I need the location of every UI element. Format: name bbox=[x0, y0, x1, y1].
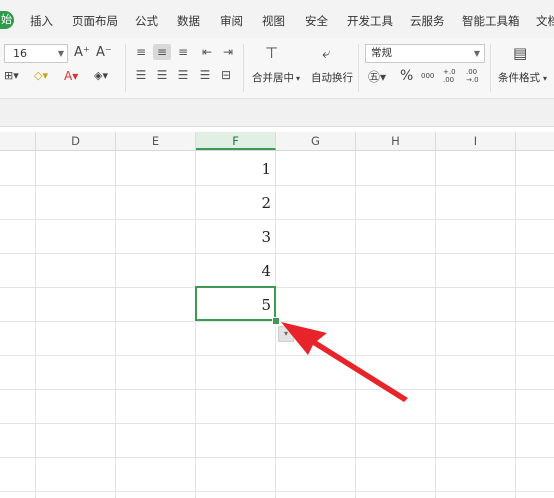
annotation-arrow bbox=[281, 322, 408, 402]
arrow-icon bbox=[281, 322, 408, 402]
